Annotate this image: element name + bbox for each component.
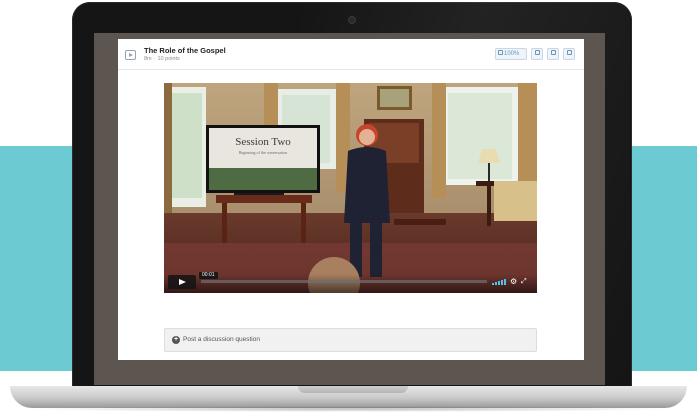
slide-title: Session Two — [235, 136, 291, 148]
slide-subtitle: Beginning of the conversation — [239, 150, 287, 155]
player-controls — [164, 274, 537, 293]
lesson-meta: 8m · 10 points — [144, 56, 180, 62]
laptop-notch — [298, 386, 408, 393]
webcam-icon — [349, 17, 355, 23]
zoom-button[interactable]: 100% — [495, 48, 527, 60]
discussion-input[interactable]: + Post a discussion question — [164, 328, 537, 352]
layout-icon — [566, 50, 572, 56]
gear-icon[interactable]: ⚙ — [510, 278, 517, 286]
video-player[interactable]: Session Two Beginning of the conversatio… — [164, 83, 537, 293]
play-button[interactable] — [168, 275, 196, 289]
video-frame: Session Two Beginning of the conversatio… — [164, 83, 537, 293]
lesson-duration: 8m — [144, 56, 152, 62]
lesson-title: The Role of the Gospel — [144, 46, 226, 55]
notes-button[interactable] — [531, 48, 543, 60]
lesson-panel: The Role of the Gospel 8m · 10 points 100% — [118, 39, 584, 360]
video-icon — [125, 50, 136, 60]
meta-separator: · — [153, 56, 156, 62]
fullscreen-icon[interactable]: ⤢ — [521, 278, 527, 286]
notes-icon — [534, 50, 540, 56]
bookmark-button[interactable] — [547, 48, 559, 60]
laptop-screen: The Role of the Gospel 8m · 10 points 100% — [94, 33, 605, 385]
plus-circle-icon: + — [172, 336, 180, 344]
zoom-label: 100% — [504, 51, 520, 57]
lesson-points: 10 points — [157, 56, 180, 62]
laptop-shadow — [20, 406, 677, 412]
current-time: 00:01 — [199, 272, 218, 279]
progress-bar[interactable] — [201, 280, 487, 283]
volume-icon[interactable] — [492, 279, 506, 285]
expand-icon — [498, 50, 503, 56]
layout-button[interactable] — [563, 48, 575, 60]
lesson-header: The Role of the Gospel 8m · 10 points 100% — [118, 39, 584, 70]
bookmark-icon — [550, 50, 556, 56]
discussion-placeholder: Post a discussion question — [183, 336, 260, 343]
